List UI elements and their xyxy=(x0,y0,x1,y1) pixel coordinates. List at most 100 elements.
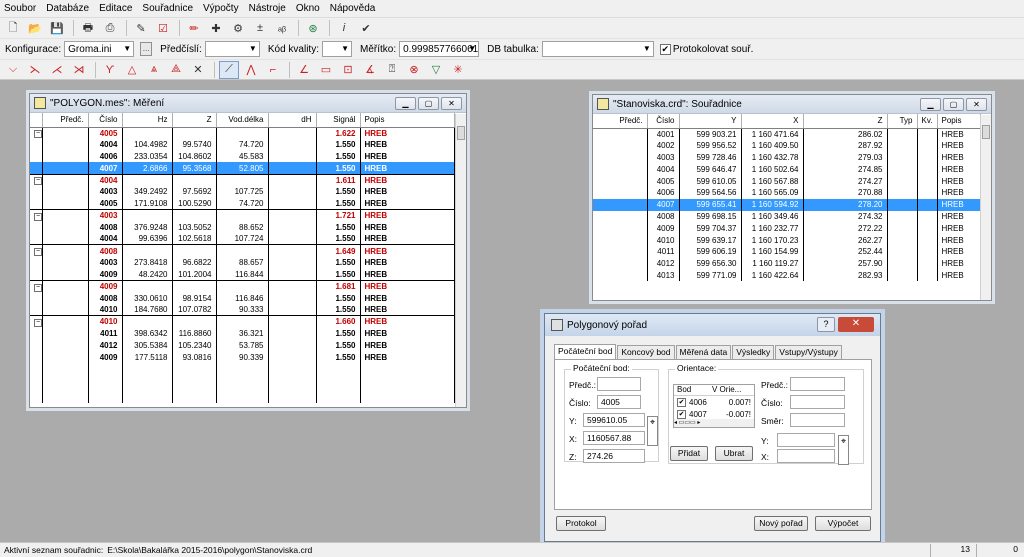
edit-document-icon[interactable]: ✎ xyxy=(131,19,151,37)
station-row[interactable]: − 4003 1.721 HREB xyxy=(30,209,455,222)
station-row[interactable]: − 4009 1.681 HREB xyxy=(30,279,455,293)
menu-item[interactable]: Nástroje xyxy=(249,3,286,14)
ab-icon[interactable]: ₐᵦ xyxy=(272,19,292,37)
polygon-dialog[interactable]: Polygonový pořad ? ✕ Počáteční bod Konco… xyxy=(544,313,881,542)
station-row[interactable]: − 4005 1.622 HREB xyxy=(30,126,455,139)
plugin-icon[interactable]: ⚙ xyxy=(228,19,248,37)
line-icon[interactable]: ∠ xyxy=(294,61,314,79)
table-row[interactable]: 4003 599 728.46 1 160 432.78 279.03 HREB xyxy=(593,151,981,164)
expander-cell[interactable]: − xyxy=(30,173,43,186)
help-button[interactable]: ? xyxy=(817,317,835,332)
table-row[interactable]: 4005 599 610.05 1 160 567.88 274.27 HREB xyxy=(593,175,981,187)
predc-field[interactable] xyxy=(597,377,641,391)
predcisli-select[interactable]: ▼ xyxy=(204,41,260,57)
column-header-hz[interactable]: Hz xyxy=(122,113,173,128)
table-row[interactable]: 4009 599 704.37 1 160 232.77 272.22 HREB xyxy=(593,222,981,235)
table-row[interactable]: 4008 330.0610 98.9154 116.846 1.550 HREB xyxy=(30,292,455,304)
table-row[interactable]: 4007 2.6866 95.3568 52.805 1.550 HREB xyxy=(30,162,455,175)
label-icon[interactable]: ⊡ xyxy=(338,61,358,79)
meritko-select[interactable]: 0.999857766061 ▼ xyxy=(399,41,480,57)
x-field[interactable]: 1160567.88 xyxy=(583,431,645,445)
column-header-popis[interactable]: Popis xyxy=(937,114,981,129)
print-preview-icon[interactable]: 🖶 xyxy=(78,19,98,37)
column-header-kv[interactable]: Kv. xyxy=(917,114,938,129)
menu-item[interactable]: Výpočty xyxy=(203,3,239,14)
pencil-icon[interactable]: ✏ xyxy=(184,19,204,37)
plus-icon[interactable]: ✚ xyxy=(206,19,226,37)
table-row[interactable]: 4004 599 646.47 1 160 502.64 274.85 HREB xyxy=(593,163,981,176)
y-field[interactable]: 599610.05 xyxy=(583,413,645,427)
orient-x-field[interactable] xyxy=(777,449,835,463)
transform-icon[interactable]: ⊗ xyxy=(404,61,424,79)
rectangle-icon[interactable]: ▭ xyxy=(316,61,336,79)
menu-item[interactable]: Souřadnice xyxy=(142,3,193,14)
table-row[interactable]: 4005 171.9108 100.5290 74.720 1.550 HREB xyxy=(30,197,455,210)
cislo-field[interactable]: 4005 xyxy=(597,395,641,409)
orientace-list[interactable]: Bod V Orie... ✔ 4006 0.007! ✔ 4007 -0.007! ◂ … xyxy=(673,384,755,428)
table-row[interactable]: 4010 184.7680 107.0782 90.333 1.550 HREB xyxy=(30,303,455,316)
column-header-cislo[interactable]: Číslo xyxy=(647,114,680,129)
filter-icon[interactable]: ▽ xyxy=(426,61,446,79)
column-header-y[interactable]: Y xyxy=(679,114,742,129)
menu-item[interactable]: Nápověda xyxy=(330,3,376,14)
pick-point-icon[interactable]: ⌖ xyxy=(647,416,658,446)
tab-vysledky[interactable]: Výsledky xyxy=(732,345,775,359)
table-row[interactable]: 4001 599 903.21 1 160 471.64 286.02 HREB xyxy=(593,128,981,140)
kod-kvality-select[interactable]: ▼ xyxy=(321,41,352,57)
stop-icon[interactable]: ⊛ xyxy=(303,19,323,37)
menu-item[interactable]: Databáze xyxy=(46,3,89,14)
table-row[interactable]: 4011 599 606.19 1 160 154.99 252.44 HREB xyxy=(593,245,981,258)
survey-line-2-icon[interactable]: ⋋ xyxy=(25,61,45,79)
info-icon[interactable]: i xyxy=(334,19,354,37)
orientace-hscroll[interactable]: ◂ ▭▭▭ ▸ xyxy=(674,419,754,427)
column-header-dh[interactable]: dH xyxy=(268,113,317,128)
survey-line-3-icon[interactable]: ⋌ xyxy=(47,61,67,79)
table-row[interactable]: 4004 99.6396 102.5618 107.724 1.550 HREB xyxy=(30,233,455,245)
plus-minus-icon[interactable]: ± xyxy=(250,19,270,37)
collapse-icon[interactable]: − xyxy=(34,318,42,327)
expander-cell[interactable]: − xyxy=(30,126,43,139)
column-header-z[interactable]: Z xyxy=(172,113,217,128)
konfigurace-select[interactable]: Groma.ini ▼ xyxy=(64,41,135,57)
minimize-icon[interactable]: ▁ xyxy=(395,97,416,110)
edit-check-icon[interactable]: ☑ xyxy=(153,19,173,37)
survey-line-1-icon[interactable]: ⌵ xyxy=(3,61,23,79)
station-row[interactable]: − 4008 1.649 HREB xyxy=(30,244,455,257)
table-row[interactable]: 4012 305.5384 105.2340 53.785 1.550 HREB xyxy=(30,339,455,352)
table-row[interactable]: 4009 48.2420 101.2004 116.844 1.550 HREB xyxy=(30,268,455,281)
table-row[interactable]: 4008 376.9248 103.5052 88.652 1.550 HREB xyxy=(30,221,455,234)
column-header-predc[interactable]: Předč. xyxy=(593,114,648,129)
collapse-icon[interactable]: − xyxy=(34,212,42,221)
table-row[interactable]: 4006 233.0354 104.8602 45.583 1.550 HREB xyxy=(30,150,455,163)
ubrat-button[interactable]: Ubrat xyxy=(715,446,753,461)
tab-vstupy-vystupy[interactable]: Vstupy/Výstupy xyxy=(775,345,842,359)
column-header-typ[interactable]: Typ xyxy=(887,114,918,129)
table-row[interactable]: 4003 273.8418 96.6822 88.657 1.550 HREB xyxy=(30,256,455,269)
collapse-icon[interactable]: − xyxy=(34,248,42,257)
station-row[interactable]: − 4004 1.611 HREB xyxy=(30,173,455,186)
souradnice-titlebar[interactable]: "Stanoviska.crd": Souřadnice ▁ ▢ ✕ xyxy=(593,95,991,114)
orientace-checkbox[interactable]: ✔ xyxy=(677,409,686,419)
triangle-3-icon[interactable]: ⟁ xyxy=(166,61,186,79)
mereni-table[interactable]: Předč. Číslo Hz Z Vod.délka dH Signál Popis −40… xyxy=(30,113,455,403)
table-row[interactable]: 4007 599 655.41 1 160 594.92 278.20 HREB xyxy=(593,198,981,211)
souradnice-table[interactable]: Předč. Číslo Y X Z Typ Kv. Popis 4001 599 903.21… xyxy=(593,114,981,282)
cross-icon[interactable]: ✕ xyxy=(188,61,208,79)
mereni-titlebar[interactable]: "POLYGON.mes": Měření ▁ ▢ ✕ xyxy=(30,94,466,113)
traverse-3-icon[interactable]: ⌐ xyxy=(263,61,283,79)
scroll-thumb[interactable] xyxy=(457,126,465,140)
save-icon[interactable]: 💾 xyxy=(47,19,67,37)
close-icon[interactable]: ✕ xyxy=(441,97,462,110)
tab-koncovy-bod[interactable]: Koncový bod xyxy=(617,345,675,359)
menu-item[interactable]: Editace xyxy=(99,3,132,14)
tab-pocatecni-bod[interactable]: Počáteční bod xyxy=(554,344,617,359)
orient-smer-field[interactable] xyxy=(790,413,845,427)
triangle-1-icon[interactable]: △ xyxy=(122,61,142,79)
konfigurace-browse-button[interactable]: … xyxy=(140,42,153,56)
close-icon[interactable]: ✕ xyxy=(966,98,987,111)
column-header-popis[interactable]: Popis xyxy=(360,113,455,128)
intersection-icon[interactable]: ϒ xyxy=(100,61,120,79)
column-header-signal[interactable]: Signál xyxy=(316,113,361,128)
question-box-icon[interactable]: ⍰ xyxy=(382,61,402,79)
expander-cell[interactable]: − xyxy=(30,315,43,328)
